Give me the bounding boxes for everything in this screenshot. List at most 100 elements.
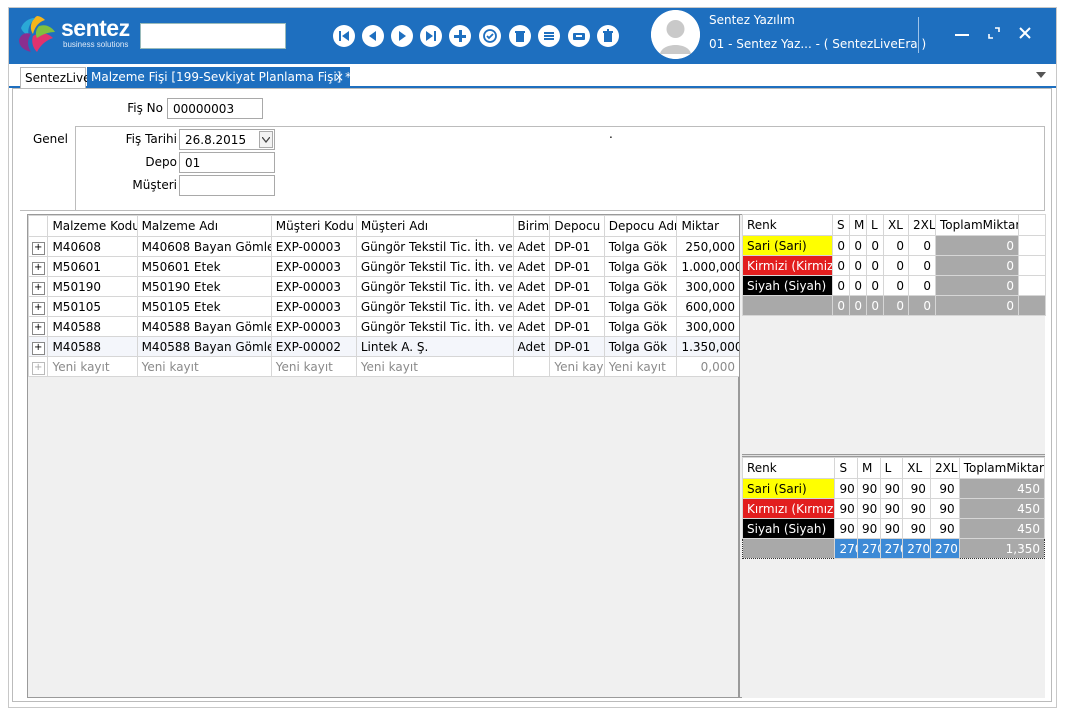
table-cell[interactable]: 0 — [866, 255, 884, 276]
table-cell[interactable]: 0 — [832, 255, 850, 276]
table-cell[interactable]: M40608 Bayan Gömlek — [136, 236, 272, 257]
table-cell[interactable]: EXP-00003 — [270, 256, 357, 277]
table-cell[interactable]: 90 — [902, 478, 931, 499]
col-miktar[interactable]: Miktar — [676, 215, 740, 237]
table-cell[interactable]: M40588 — [47, 316, 138, 337]
last-record-button[interactable] — [420, 25, 442, 47]
table-cell[interactable]: 90 — [902, 518, 931, 539]
table-row[interactable]: + M40588 M40588 Bayan Gömlek EXP-00003 Güngö… — [27, 316, 740, 337]
color-cell-black[interactable]: Siyah (Siyah) — [741, 518, 836, 539]
tab-sentezlive[interactable]: SentezLive — [20, 67, 91, 88]
expand-row-icon[interactable]: + — [27, 276, 49, 297]
table-cell[interactable]: Yeni kayıt — [270, 356, 357, 377]
col-xl[interactable]: XL — [883, 214, 909, 236]
col-l[interactable]: L — [866, 214, 884, 236]
table-cell[interactable]: 90 — [902, 498, 931, 519]
table-row[interactable]: Sari (Sari) 0 0 0 0 0 0 — [742, 235, 1046, 256]
col-2xl[interactable]: 2XL — [929, 457, 960, 479]
table-row[interactable]: Siyah (Siyah) 0 0 0 0 0 0 — [742, 275, 1046, 296]
table-row[interactable]: + M50105 M50105 Etek EXP-00003 Güngör Teksti… — [27, 296, 740, 317]
table-cell[interactable]: Adet — [512, 276, 551, 297]
depo-field[interactable]: 01 — [179, 152, 275, 173]
table-cell[interactable]: M50105 Etek — [136, 296, 272, 317]
table-cell[interactable]: 0 — [866, 275, 884, 296]
table-cell[interactable]: 300,000 — [676, 316, 740, 337]
table-row[interactable]: Siyah (Siyah) 90 90 90 90 90 450 — [741, 518, 1046, 539]
table-cell[interactable]: Tolga Gök — [603, 296, 678, 317]
table-cell[interactable]: 0 — [866, 235, 884, 256]
table-cell[interactable]: DP-01 — [549, 336, 605, 357]
table-cell[interactable]: Yeni kayıt — [355, 356, 514, 377]
col-xl[interactable]: XL — [902, 457, 931, 479]
table-cell[interactable]: 90 — [834, 498, 859, 519]
table-cell[interactable]: Adet — [512, 296, 551, 317]
table-cell[interactable]: DP-01 — [549, 256, 605, 277]
table-cell[interactable]: 0 — [883, 235, 909, 256]
table-cell[interactable]: 0 — [849, 235, 867, 256]
table-row[interactable]: Kırmızı (Kırmızı) 90 90 90 90 90 450 — [741, 498, 1046, 519]
table-cell[interactable]: M50190 Etek — [136, 276, 272, 297]
table-cell[interactable]: 90 — [857, 498, 881, 519]
table-cell[interactable]: EXP-00003 — [270, 316, 357, 337]
table-cell[interactable]: Güngör Tekstil Tic. İth. ve İh — [355, 316, 514, 337]
col-birim[interactable]: Birim — [512, 215, 551, 237]
table-cell[interactable]: M50190 — [47, 276, 138, 297]
tab-close-icon[interactable]: × — [334, 70, 344, 84]
table-cell[interactable]: 1.350,000 — [676, 336, 740, 357]
table-cell[interactable]: Güngör Tekstil Tic. İth. ve İh — [355, 276, 514, 297]
table-cell[interactable]: DP-01 — [549, 276, 605, 297]
table-cell[interactable]: EXP-00003 — [270, 236, 357, 257]
col-toplam-miktar[interactable]: ToplamMiktar — [935, 214, 1019, 236]
color-cell-yellow[interactable]: Sari (Sari) — [742, 235, 833, 256]
col-s[interactable]: S — [832, 214, 850, 236]
table-cell[interactable]: Yeni kayıt — [47, 356, 138, 377]
col-malzeme-kodu[interactable]: Malzeme Kodu — [47, 215, 138, 237]
delete-record-button[interactable] — [509, 25, 531, 47]
expand-row-icon[interactable]: + — [27, 336, 49, 357]
table-cell[interactable]: Güngör Tekstil Tic. İth. ve İh — [355, 256, 514, 277]
table-cell[interactable]: 90 — [879, 518, 904, 539]
table-cell[interactable]: 90 — [834, 518, 859, 539]
musteri-field[interactable] — [179, 175, 275, 196]
first-record-button[interactable] — [333, 25, 355, 47]
table-cell[interactable]: Lintek A. Ş. — [355, 336, 514, 357]
restore-button[interactable] — [981, 20, 1007, 46]
table-cell[interactable]: 90 — [879, 478, 904, 499]
table-cell[interactable]: 1.000,000 — [676, 256, 740, 277]
table-cell[interactable]: 0 — [883, 275, 909, 296]
table-cell[interactable]: Yeni kayıt — [136, 356, 272, 377]
col-musteri-kodu[interactable]: Müşteri Kodu — [270, 215, 357, 237]
fis-tarihi-field[interactable]: 26.8.2015 — [179, 129, 275, 150]
table-cell[interactable]: Yeni kayıt — [549, 356, 605, 377]
table-cell[interactable]: Tolga Gök — [603, 316, 678, 337]
table-cell[interactable]: M50601 Etek — [136, 256, 272, 277]
table-cell[interactable]: EXP-00003 — [270, 276, 357, 297]
table-cell[interactable]: EXP-00002 — [270, 336, 357, 357]
col-m[interactable]: M — [857, 457, 881, 479]
minimize-button[interactable] — [949, 20, 975, 46]
table-cell[interactable]: 0,000 — [676, 356, 740, 377]
table-row[interactable]: + M40608 M40608 Bayan Gömlek EXP-00003 Güngö… — [27, 236, 740, 257]
table-cell[interactable]: M40588 Bayan Gömlek — [136, 336, 272, 357]
col-l[interactable]: L — [879, 457, 904, 479]
col-m[interactable]: M — [849, 214, 867, 236]
table-cell[interactable]: 0 — [908, 255, 936, 276]
col-toplam-miktar[interactable]: ToplamMiktar — [958, 457, 1046, 479]
table-cell[interactable]: Güngör Tekstil Tic. İth. ve İh — [355, 296, 514, 317]
previous-record-button[interactable] — [362, 25, 384, 47]
table-cell[interactable]: M40608 — [47, 236, 138, 257]
table-cell[interactable]: Tolga Gök — [603, 256, 678, 277]
expand-row-icon[interactable]: + — [27, 296, 49, 317]
add-record-button[interactable] — [449, 25, 471, 47]
table-cell[interactable]: 90 — [929, 478, 960, 499]
table-cell[interactable]: DP-01 — [549, 236, 605, 257]
fis-no-field[interactable]: 00000003 — [167, 98, 263, 119]
chevron-down-icon[interactable] — [259, 131, 273, 148]
expand-row-icon[interactable]: + — [27, 256, 49, 277]
table-cell[interactable]: 0 — [849, 255, 867, 276]
col-s[interactable]: S — [834, 457, 859, 479]
table-row[interactable]: + M50601 M50601 Etek EXP-00003 Güngör Teksti… — [27, 256, 740, 277]
table-row-selected[interactable]: + M40588 M40588 Bayan Gömlek EXP-00002 Linte… — [27, 336, 740, 357]
new-record-row[interactable]: + Yeni kayıt Yeni kayıt Yeni kayıt Yeni kayı… — [27, 356, 740, 377]
table-cell[interactable]: Tolga Gök — [603, 236, 678, 257]
